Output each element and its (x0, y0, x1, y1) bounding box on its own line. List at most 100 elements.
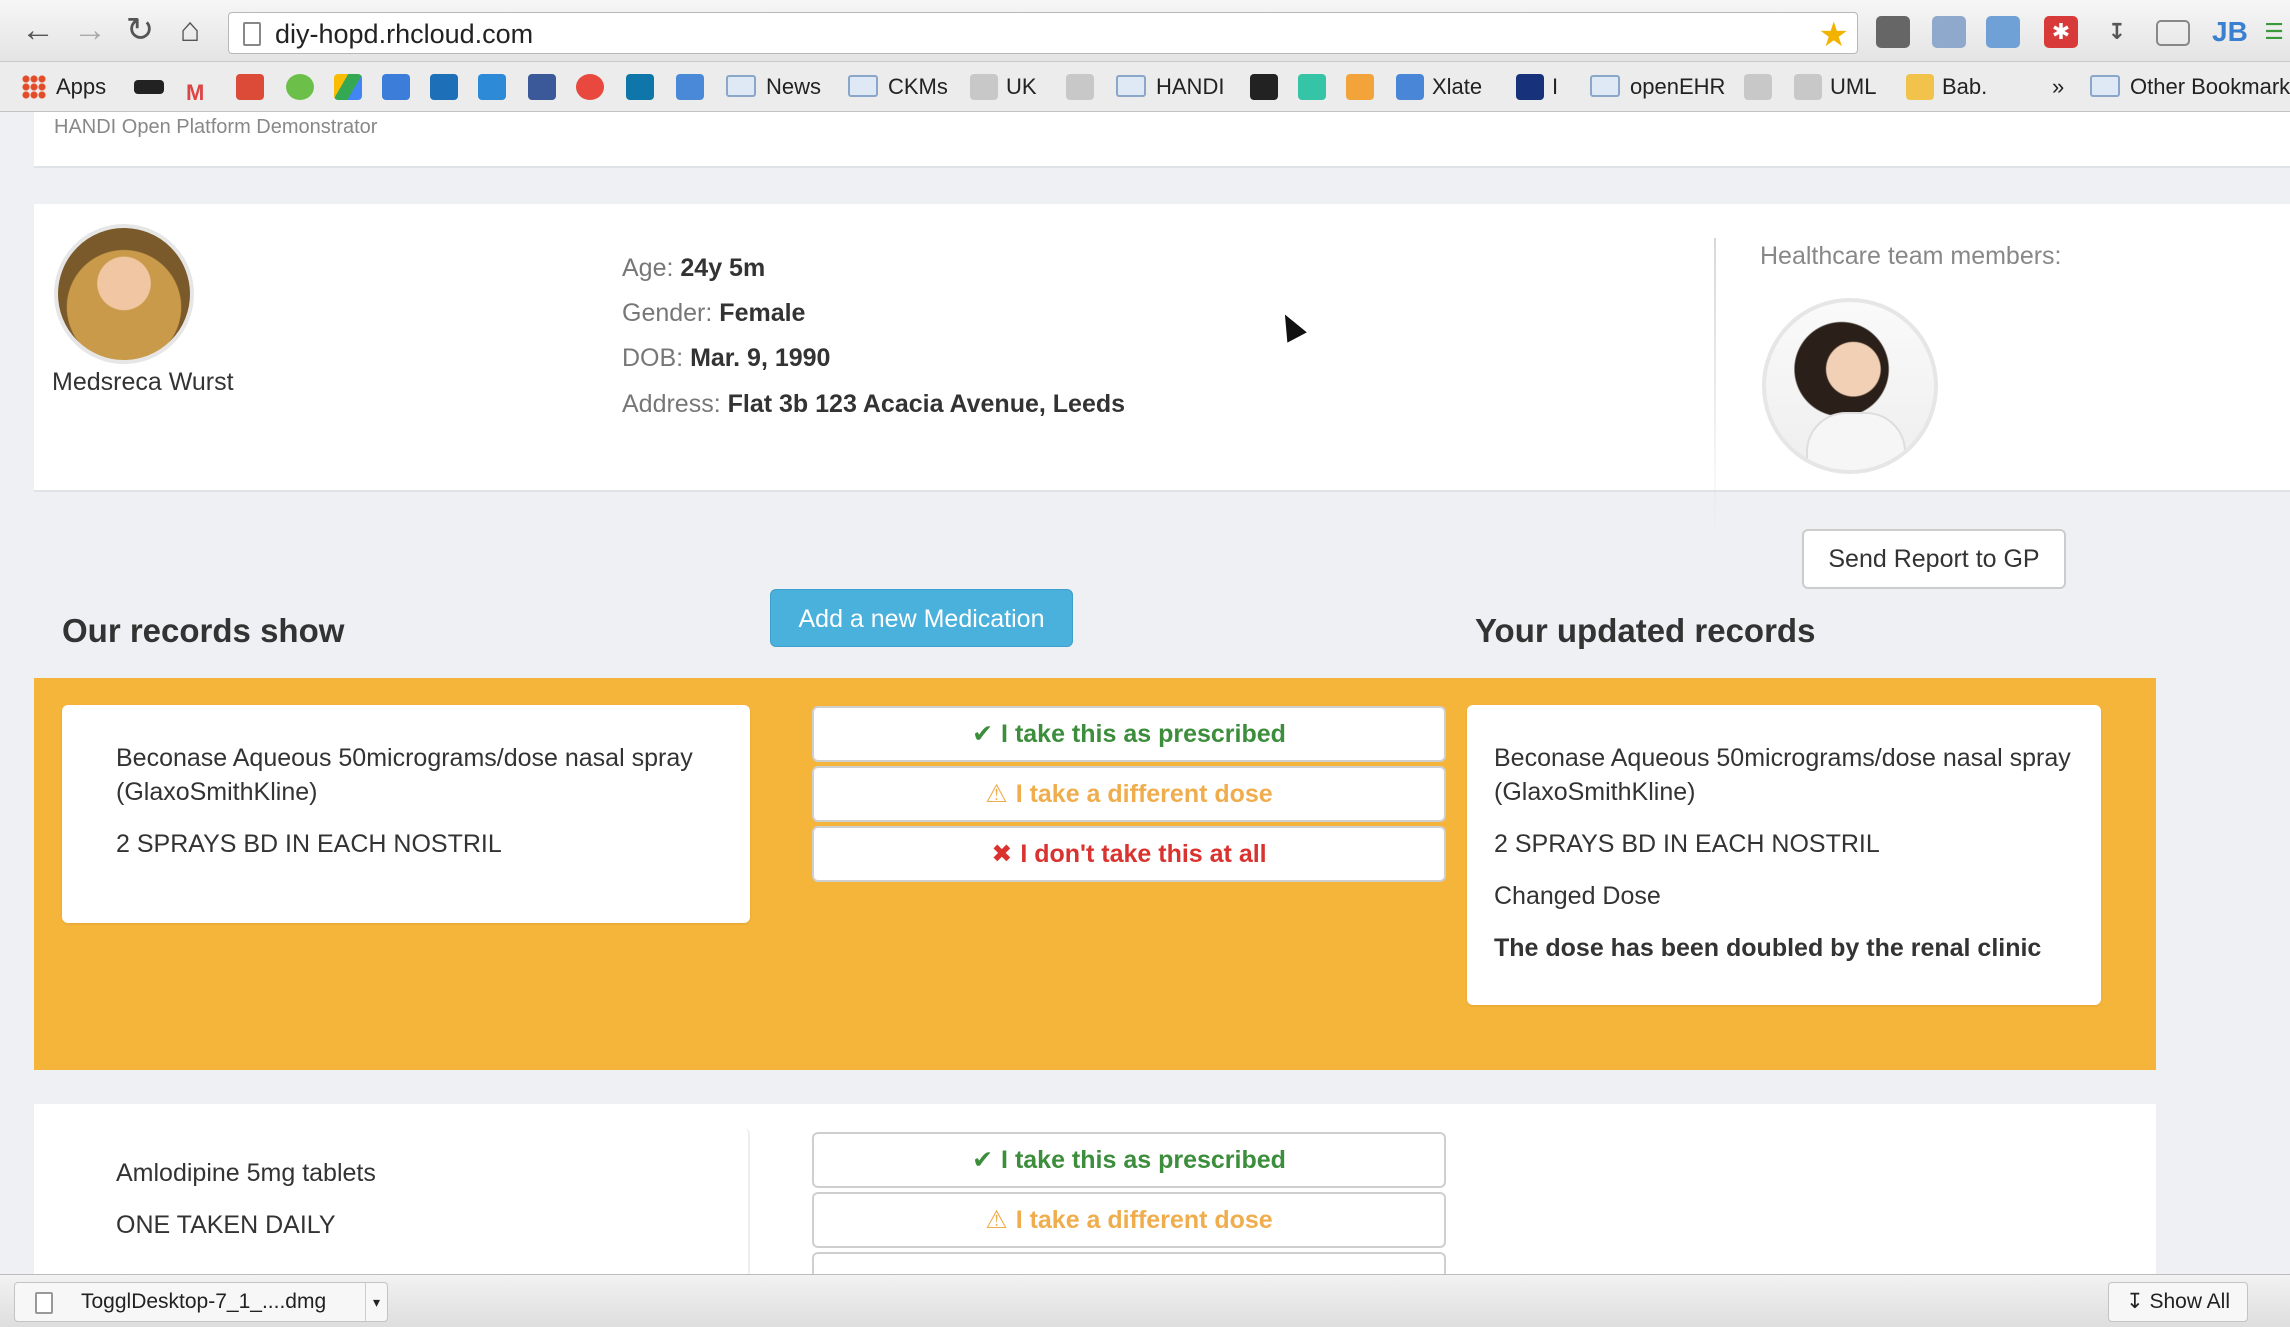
folder-icon (726, 75, 756, 97)
address-value: Flat 3b 123 Acacia Avenue, Leeds (727, 390, 1126, 418)
download-arrow-icon: ↧ (2126, 1290, 2144, 1313)
bookmark-gmail[interactable]: M (186, 72, 212, 105)
home-icon[interactable]: ⌂ (170, 10, 210, 50)
openehr-icon (970, 74, 998, 100)
bookmark-feedly[interactable] (286, 72, 322, 102)
bookmark-ckms[interactable]: CKMs (848, 72, 948, 102)
add-medication-button[interactable]: Add a new Medication (770, 589, 1073, 647)
updated-medication-card: Beconase Aqueous 50micrograms/dose nasal… (1467, 705, 2101, 1005)
address-url[interactable]: diy-hopd.rhcloud.com (275, 19, 533, 50)
bookmark-xlate[interactable]: Xlate (1396, 72, 1482, 102)
bookmark-uml[interactable]: UML (1794, 72, 1876, 102)
not-taken-button-partial[interactable] (812, 1252, 1446, 1274)
reload-icon[interactable]: ↻ (120, 10, 160, 50)
openehr-icon (1066, 74, 1094, 100)
recorded-medication-card: Amlodipine 5mg tablets ONE TAKEN DAILY (62, 1128, 750, 1278)
h-icon (1298, 74, 1326, 100)
ie-tab-extension-icon[interactable] (1986, 16, 2020, 48)
warning-icon: ⚠ (985, 780, 1008, 808)
bookmark-openehr-2[interactable] (1066, 72, 1102, 102)
speech-bubble-icon (1346, 74, 1374, 100)
evernote-extension-icon[interactable] (1876, 16, 1910, 48)
different-dose-label: I take a different dose (1015, 1206, 1273, 1234)
patient-avatar (54, 224, 194, 364)
download-filename: TogglDesktop-7_1_....dmg (81, 1290, 327, 1313)
bookmark-pocket[interactable] (576, 72, 612, 102)
openehr-icon (1794, 74, 1822, 100)
forward-arrow-icon[interactable]: → (70, 10, 110, 50)
cast-icon[interactable] (2156, 20, 2190, 46)
linkedin-icon (626, 74, 654, 100)
bookmark-openehr[interactable]: openEHR (1590, 72, 1725, 102)
different-dose-button[interactable]: ⚠ I take a different dose (812, 766, 1446, 822)
patient-address-row: Address: Flat 3b 123 Acacia Avenue, Leed… (622, 390, 1125, 419)
bookmark-other[interactable]: Other Bookmark (2090, 72, 2290, 102)
medication-name: Amlodipine 5mg tablets (116, 1159, 376, 1187)
facebook-icon (528, 74, 556, 100)
not-taken-button[interactable]: ✖ I don't take this at all (812, 826, 1446, 882)
our-records-title: Our records show (62, 612, 345, 649)
updated-medication-note: The dose has been doubled by the renal c… (1494, 934, 2042, 962)
not-taken-label: I don't take this at all (1020, 840, 1267, 868)
patient-name: Medsreca Wurst (52, 368, 234, 396)
bookmark-handi[interactable]: HANDI (1116, 72, 1224, 102)
menu-icon[interactable]: ☰ (2264, 16, 2284, 48)
bookmark-twitter[interactable] (430, 72, 466, 102)
dropdown-caret-icon[interactable]: ▾ (365, 1283, 387, 1321)
bookmark-ehr[interactable] (1744, 72, 1780, 102)
download-item[interactable]: TogglDesktop-7_1_....dmg ▾ (14, 1282, 388, 1322)
updated-medication-name: Beconase Aqueous 50micrograms/dose nasal… (1494, 744, 2071, 806)
browser-toolbar: ← → ↻ ⌂ diy-hopd.rhcloud.com ★ ✱ ↧ JB ☰ (0, 0, 2290, 62)
patient-dob-row: DOB: Mar. 9, 1990 (622, 344, 830, 373)
address-label: Address: (622, 390, 721, 418)
take-as-prescribed-button[interactable]: ✔ I take this as prescribed (812, 706, 1446, 762)
bookmark-gplus[interactable] (236, 72, 272, 102)
bookmark-chat[interactable] (676, 72, 712, 102)
folder-icon (1116, 75, 1146, 97)
bookmark-star-icon[interactable]: ★ (1819, 15, 1849, 55)
apps-grid-icon (22, 75, 46, 99)
medication-row: Amlodipine 5mg tablets ONE TAKEN DAILY ✔… (34, 1104, 2156, 1278)
gender-label: Gender: (622, 299, 713, 327)
send-report-button[interactable]: Send Report to GP (1802, 529, 2066, 589)
bookmark-facebook[interactable] (528, 72, 564, 102)
asterisk-extension-icon[interactable]: ✱ (2044, 16, 2078, 48)
bookmark-bbc[interactable] (134, 72, 172, 102)
back-arrow-icon[interactable]: ← (18, 10, 58, 50)
bookmark-linkedin[interactable] (626, 72, 662, 102)
extension-icon[interactable] (1932, 16, 1966, 48)
different-dose-button[interactable]: ⚠ I take a different dose (812, 1192, 1446, 1248)
bookmark-dark[interactable] (1250, 72, 1286, 102)
check-icon: ✔ (972, 1146, 994, 1174)
bookmarks-overflow[interactable]: » (2052, 72, 2064, 102)
download-extension-icon[interactable]: ↧ (2100, 16, 2134, 48)
bookmark-news[interactable]: News (726, 72, 821, 102)
bookmark-delicious[interactable] (478, 72, 514, 102)
address-bar[interactable]: diy-hopd.rhcloud.com ★ (228, 12, 1858, 54)
site-header: HANDI Open Platform Demonstrator (34, 112, 2290, 168)
bookmark-bab[interactable]: Bab. (1906, 72, 1987, 102)
folder-icon (2090, 75, 2120, 97)
jetbrains-icon[interactable]: JB (2212, 16, 2248, 48)
app-icon (1250, 74, 1278, 100)
bookmark-h[interactable] (1298, 72, 1334, 102)
different-dose-label: I take a different dose (1015, 780, 1273, 808)
medication-dose: ONE TAKEN DAILY (116, 1211, 336, 1239)
patient-age-row: Age: 24y 5m (622, 254, 765, 283)
bookmark-uk[interactable]: UK (970, 72, 1037, 102)
team-title: Healthcare team members: (1760, 242, 2062, 270)
team-divider (1714, 238, 1716, 544)
team-member-avatar[interactable] (1762, 298, 1938, 474)
medication-dose: 2 SPRAYS BD IN EACH NOSTRIL (116, 830, 502, 858)
bookmark-apps[interactable]: Apps (22, 72, 106, 102)
babylon-icon (1906, 74, 1934, 100)
bookmark-calendar[interactable] (382, 72, 418, 102)
bookmark-uk-i[interactable]: I (1516, 72, 1558, 102)
take-as-prescribed-label: I take this as prescribed (1001, 720, 1286, 748)
bookmark-speech[interactable] (1346, 72, 1382, 102)
show-all-downloads-button[interactable]: ↧ Show All (2108, 1282, 2248, 1322)
bookmark-drive[interactable] (334, 72, 370, 102)
medication-name: Beconase Aqueous 50micrograms/dose nasal… (116, 744, 693, 806)
take-as-prescribed-button[interactable]: ✔ I take this as prescribed (812, 1132, 1446, 1188)
updated-records-title: Your updated records (1475, 612, 1816, 649)
